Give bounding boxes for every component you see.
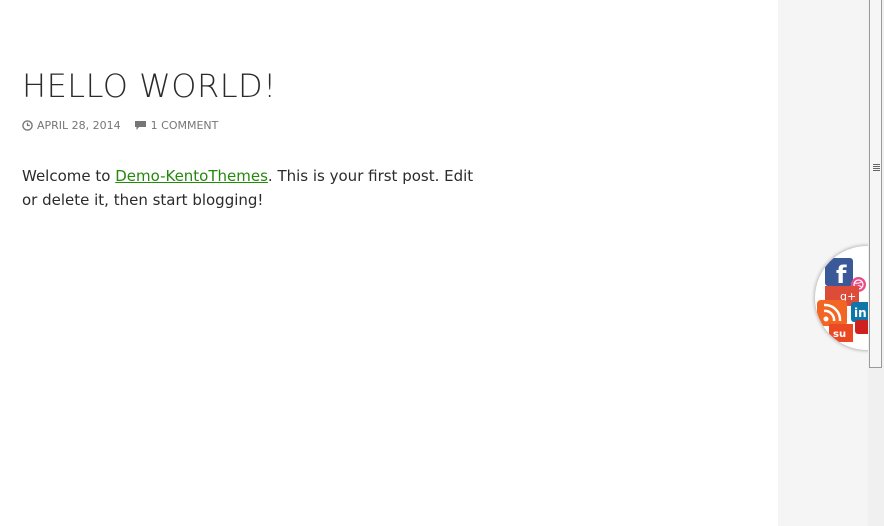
rss-icon[interactable] [817,300,847,326]
post-meta: APRIL 28, 2014 1 COMMENT [22,117,218,133]
stumbleupon-icon[interactable]: su [829,324,853,342]
scrollbar-thumb[interactable] [869,0,882,368]
facebook-icon[interactable]: f [825,258,853,286]
post-date: APRIL 28, 2014 [37,118,121,132]
facebook-glyph: f [836,261,847,286]
post-paragraph: Welcome to Demo-KentoThemes. This is you… [22,164,482,212]
main-content: HELLO WORLD! APRIL 28, 2014 1 COMMENT We… [0,0,778,526]
post-date-link[interactable]: APRIL 28, 2014 [22,119,121,132]
scroll-grip-icon [873,164,880,171]
comments-link[interactable]: 1 COMMENT [134,118,219,132]
vertical-scrollbar[interactable] [868,0,884,526]
post-intro-text: Welcome to [22,167,116,185]
stumbleupon-glyph: su [833,329,846,340]
linkedin-glyph: in [854,306,867,320]
comment-bubble-icon [134,120,151,131]
post-body: Welcome to Demo-KentoThemes. This is you… [22,164,482,212]
comments-count: 1 COMMENT [150,118,219,132]
site-link[interactable]: Demo-KentoThemes [115,167,268,185]
clock-icon [22,119,37,131]
post-title[interactable]: HELLO WORLD! [22,66,277,106]
